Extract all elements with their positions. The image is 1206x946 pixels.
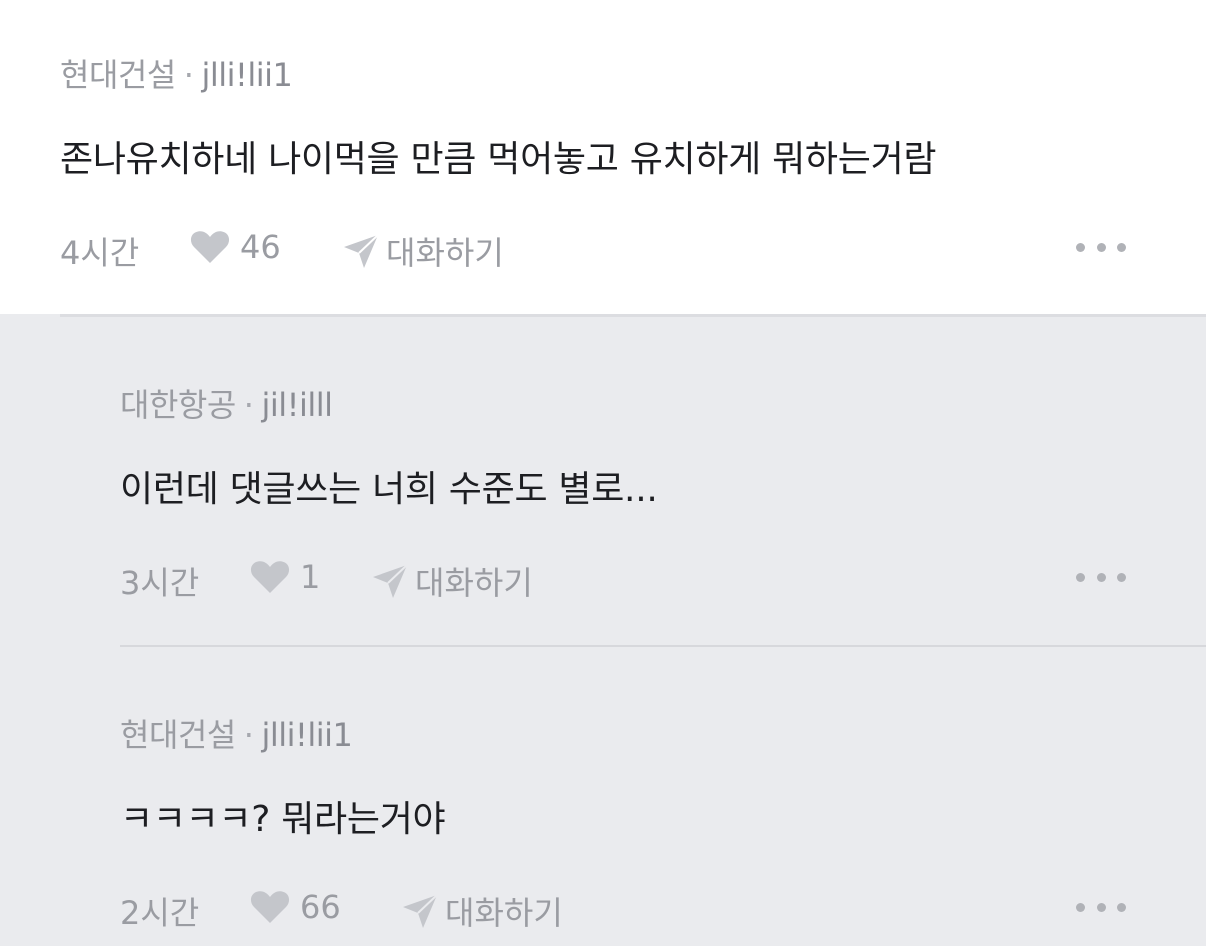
more-options-icon — [1076, 902, 1085, 912]
reply-label: 대화하기 — [415, 564, 533, 602]
meta-separator: · — [183, 56, 194, 94]
send-icon — [403, 894, 438, 928]
comment-text: ㅋㅋㅋㅋ? 뭐라는거야 — [120, 799, 446, 840]
heart-icon — [250, 891, 290, 923]
like-count: 46 — [240, 228, 281, 266]
company-name: 현대건설 — [60, 56, 176, 94]
like-button[interactable]: 1 — [250, 558, 320, 596]
reply-button[interactable]: 대화하기 — [342, 228, 504, 274]
like-count: 1 — [300, 558, 321, 596]
more-options-button[interactable] — [1076, 901, 1126, 913]
like-button[interactable]: 66 — [250, 888, 341, 926]
comment-time: 2시간 — [120, 894, 200, 932]
reply-button[interactable]: 대화하기 — [401, 888, 563, 934]
reply-label: 대화하기 — [445, 894, 563, 932]
more-options-icon — [1076, 242, 1085, 252]
heart-icon — [190, 231, 230, 263]
more-options-icon — [1076, 572, 1085, 582]
meta-separator: · — [243, 716, 254, 754]
like-count: 66 — [300, 888, 341, 926]
reply-button[interactable]: 대화하기 — [371, 558, 533, 604]
heart-icon — [250, 561, 290, 593]
divider — [60, 314, 1206, 317]
username[interactable]: jil!illl — [261, 386, 333, 424]
comment-1: 현대건설 · jlli!lii1 존나유치하네 나이먹을 만큼 먹어놓고 유치하게 … — [0, 0, 1206, 314]
comment-meta: 현대건설 · jlli!lii1 — [120, 710, 353, 756]
reply-label: 대화하기 — [386, 234, 504, 272]
comment-text: 이런데 댓글쓰는 너희 수준도 별로... — [120, 469, 658, 510]
comment-meta: 현대건설 · jlli!lii1 — [60, 50, 293, 96]
company-name: 대한항공 — [120, 386, 236, 424]
meta-separator: · — [243, 386, 254, 424]
comment-time: 4시간 — [60, 234, 140, 272]
like-button[interactable]: 46 — [190, 228, 281, 266]
more-options-button[interactable] — [1076, 241, 1126, 253]
comment-time: 3시간 — [120, 564, 200, 602]
username[interactable]: jlli!lii1 — [201, 56, 292, 94]
send-icon — [373, 564, 408, 598]
company-name: 현대건설 — [120, 716, 236, 754]
send-icon — [344, 234, 379, 268]
comment-text: 존나유치하네 나이먹을 만큼 먹어놓고 유치하게 뭐하는거람 — [60, 139, 937, 180]
more-options-button[interactable] — [1076, 571, 1126, 583]
divider — [120, 645, 1206, 647]
username[interactable]: jlli!lii1 — [261, 716, 352, 754]
comment-meta: 대한항공 · jil!illl — [120, 380, 333, 426]
